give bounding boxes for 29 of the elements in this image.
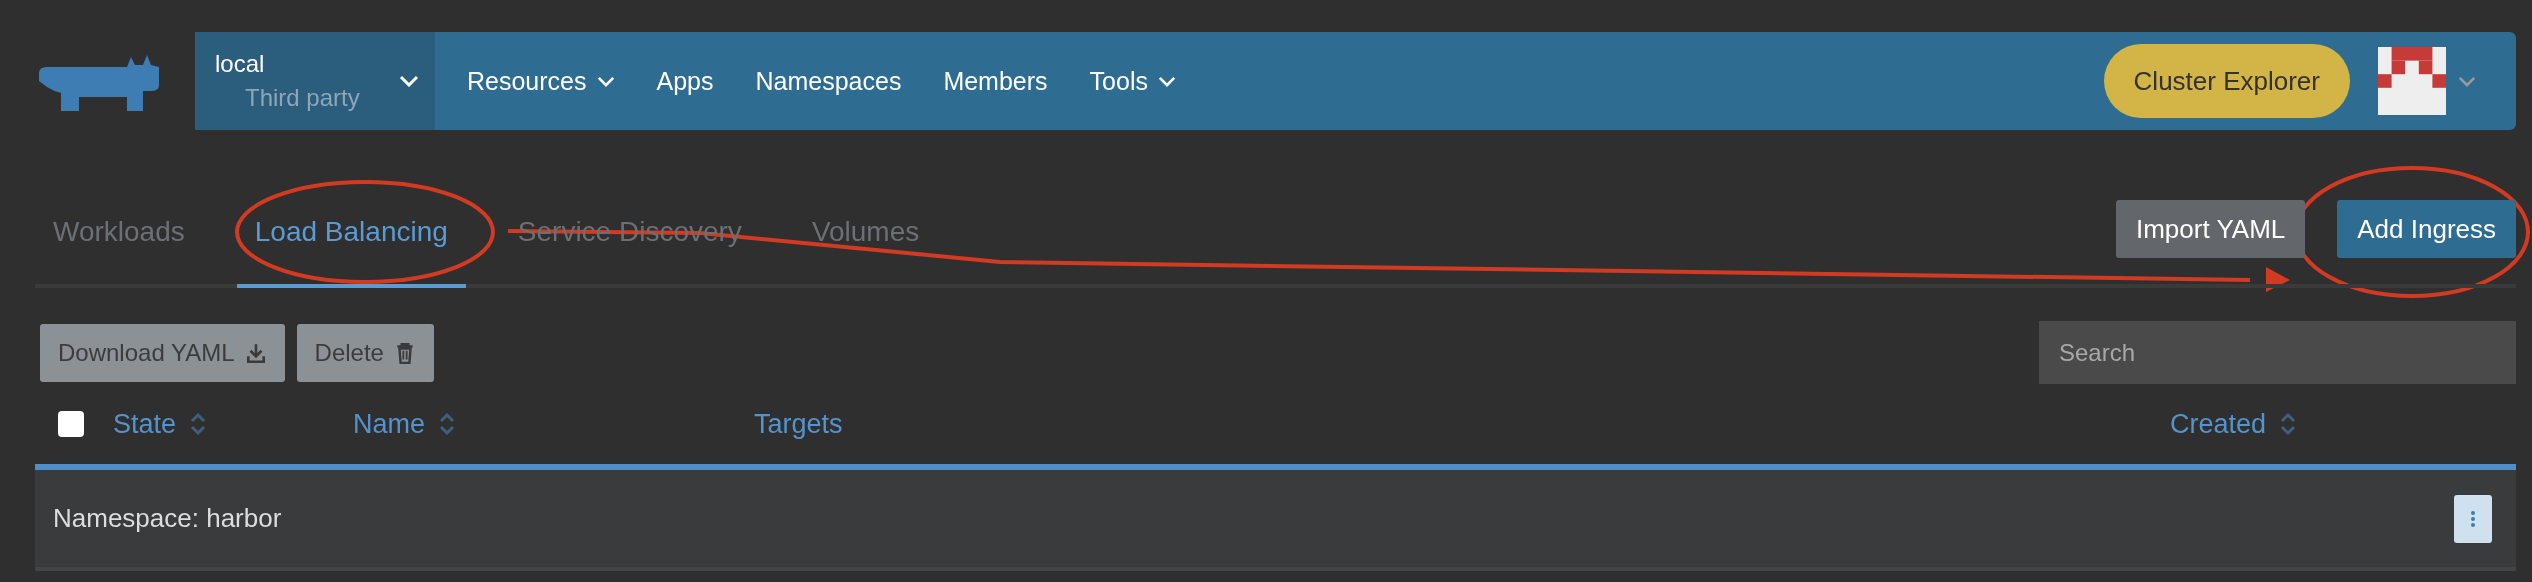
group-label: Namespace: harbor: [53, 503, 282, 534]
column-header[interactable]: Created: [2170, 408, 2267, 440]
nav-item[interactable]: Apps: [656, 66, 714, 96]
column-header[interactable]: State: [113, 408, 177, 440]
nav-item[interactable]: Namespaces: [755, 66, 902, 96]
avatar-icon[interactable]: [2378, 47, 2446, 115]
bulk-action-button[interactable]: Delete: [296, 323, 434, 382]
nav-item[interactable]: Tools: [1089, 66, 1148, 96]
sort-icon[interactable]: [190, 412, 207, 436]
action-button[interactable]: Add Ingress: [2337, 200, 2516, 258]
cluster-explorer-button[interactable]: Cluster Explorer: [2103, 44, 2350, 118]
more-actions-button[interactable]: [2454, 494, 2492, 543]
nav-item[interactable]: Resources: [467, 66, 587, 96]
bulk-action-button[interactable]: Download YAML: [40, 323, 285, 382]
tab[interactable]: Volumes: [793, 216, 938, 288]
select-all-checkbox[interactable]: [58, 411, 84, 437]
search-field[interactable]: Search: [2039, 321, 2516, 384]
column-header[interactable]: Targets: [754, 408, 843, 440]
download-icon: [244, 341, 267, 364]
kebab-icon: [2470, 508, 2476, 529]
column-header[interactable]: Name: [353, 408, 426, 440]
action-button[interactable]: Import YAML: [2115, 200, 2306, 258]
sort-icon[interactable]: [2280, 412, 2297, 436]
chevron-down-icon: [399, 75, 419, 87]
cluster-selector[interactable]: local Third party: [195, 32, 435, 130]
nav-item[interactable]: Members: [943, 66, 1048, 96]
tab[interactable]: Load Balancing: [236, 216, 466, 288]
sort-icon[interactable]: [439, 412, 456, 436]
tab[interactable]: Workloads: [35, 216, 203, 288]
